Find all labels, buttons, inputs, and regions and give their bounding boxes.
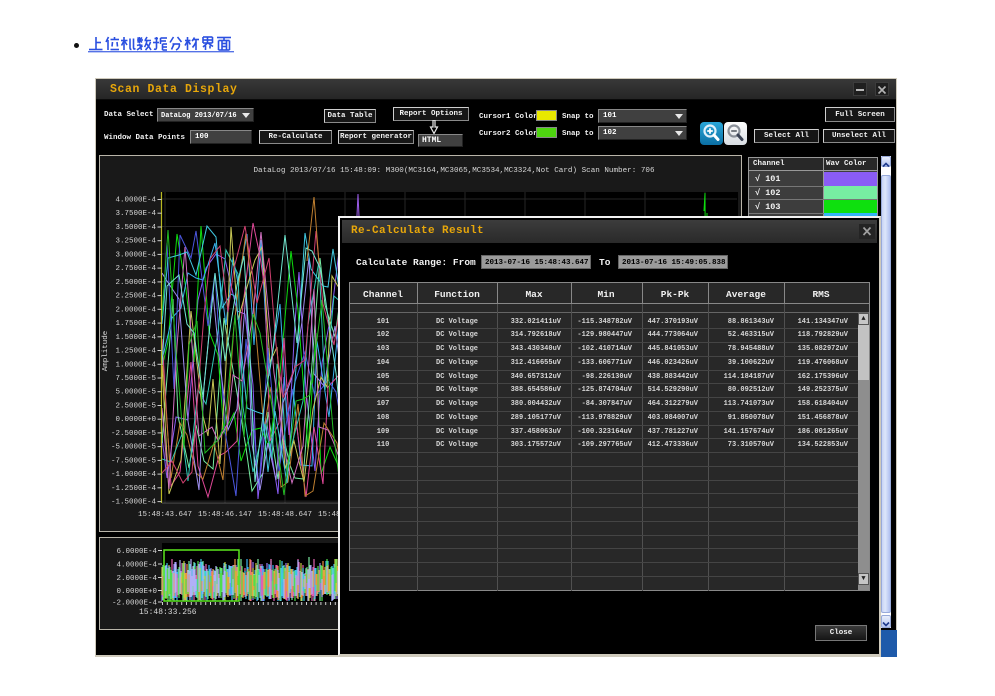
svg-text:1.5000E-4: 1.5000E-4 xyxy=(115,334,156,342)
svg-text:DataLog 2013/07/16 15:48:09: M: DataLog 2013/07/16 15:48:09: M300(MC3164… xyxy=(253,167,654,175)
svg-text:15:48:33.256: 15:48:33.256 xyxy=(139,608,197,617)
svg-text:-1.5000E-4: -1.5000E-4 xyxy=(111,499,157,507)
svg-text:2.0000E-4: 2.0000E-4 xyxy=(115,306,156,314)
svg-text:2.5000E-5: 2.5000E-5 xyxy=(115,403,156,411)
svg-text:0.0000E+0: 0.0000E+0 xyxy=(115,416,156,424)
svg-text:2.2500E-4: 2.2500E-4 xyxy=(115,293,156,301)
svg-text:3.5000E-4: 3.5000E-4 xyxy=(115,224,156,232)
svg-text:0.0000E+0: 0.0000E+0 xyxy=(116,588,157,596)
svg-text:-1.0000E-4: -1.0000E-4 xyxy=(111,471,157,479)
svg-text:Amplitude: Amplitude xyxy=(102,331,110,372)
svg-text:7.5000E-5: 7.5000E-5 xyxy=(115,375,156,383)
svg-text:-5.0000E-5: -5.0000E-5 xyxy=(111,444,157,452)
svg-text:15:48:46.147: 15:48:46.147 xyxy=(198,511,252,519)
svg-text:15:48:43.647: 15:48:43.647 xyxy=(138,511,192,519)
svg-text:1.7500E-4: 1.7500E-4 xyxy=(115,320,156,328)
svg-text:1.2500E-4: 1.2500E-4 xyxy=(115,348,156,356)
svg-text:15:48:48.647: 15:48:48.647 xyxy=(258,511,312,519)
svg-text:-1.2500E-4: -1.2500E-4 xyxy=(111,485,157,493)
svg-text:4.0000E-4: 4.0000E-4 xyxy=(115,197,156,205)
svg-text:2.7500E-4: 2.7500E-4 xyxy=(115,265,156,273)
svg-text:2.0000E-4: 2.0000E-4 xyxy=(116,575,157,583)
svg-text:-7.5000E-5: -7.5000E-5 xyxy=(111,457,157,465)
svg-text:3.0000E-4: 3.0000E-4 xyxy=(115,251,156,259)
svg-text:6.0000E-4: 6.0000E-4 xyxy=(116,548,157,556)
svg-text:1.0000E-4: 1.0000E-4 xyxy=(115,361,156,369)
svg-text:2.5000E-4: 2.5000E-4 xyxy=(115,279,156,287)
svg-text:4.0000E-4: 4.0000E-4 xyxy=(116,562,157,570)
svg-text:3.7500E-4: 3.7500E-4 xyxy=(115,210,156,218)
svg-text:-2.0000E-4: -2.0000E-4 xyxy=(112,600,158,608)
svg-text:3.2500E-4: 3.2500E-4 xyxy=(115,238,156,246)
svg-text:-2.5000E-5: -2.5000E-5 xyxy=(111,430,157,438)
svg-text:5.0000E-5: 5.0000E-5 xyxy=(115,389,156,397)
